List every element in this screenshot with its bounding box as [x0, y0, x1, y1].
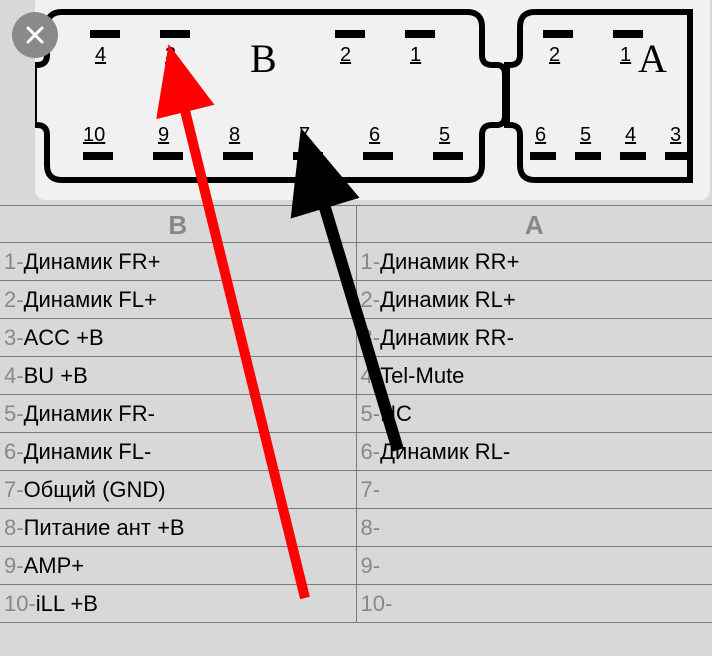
pin-label: Динамик FR-: [24, 401, 155, 427]
pin-number: 5-: [361, 401, 381, 427]
close-button[interactable]: [12, 12, 58, 58]
table-row: 10-iLL +B10-: [0, 585, 712, 623]
cell-b: 7-Общий (GND): [0, 471, 357, 508]
pin-label: iLL +B: [36, 591, 98, 617]
table-row: 2-Динамик FL+2-Динамик RL+: [0, 281, 712, 319]
pin-b4: 4: [95, 44, 106, 67]
cell-a: 2-Динамик RL+: [357, 281, 712, 318]
pin-number: 6-: [361, 439, 381, 465]
cell-b: 8-Питание ант +B: [0, 509, 357, 546]
pin-b7: 7: [299, 124, 310, 147]
pin-number: 5-: [4, 401, 24, 427]
pin-b3: 3: [165, 44, 176, 67]
pin-number: 10-: [4, 591, 36, 617]
pin-label: BU +B: [24, 363, 88, 389]
pin-label: Динамик RR-: [380, 325, 514, 351]
cell-a: 9-: [357, 547, 712, 584]
pin-a2: 2: [549, 44, 560, 67]
cell-b: 3-ACC +B: [0, 319, 357, 356]
table-row: 4-BU +B4-Tel-Mute: [0, 357, 712, 395]
table-row: 9-AMP+9-: [0, 547, 712, 585]
pin-number: 7-: [4, 477, 24, 503]
pin-label: Динамик RL+: [380, 287, 516, 313]
pin-label: AMP+: [24, 553, 85, 579]
table-header-a: A: [357, 206, 712, 242]
table-row: 5-Динамик FR-5-NC: [0, 395, 712, 433]
cell-a: 5-NC: [357, 395, 712, 432]
pin-a6: 6: [535, 124, 546, 147]
pin-number: 8-: [361, 515, 381, 541]
pin-number: 1-: [4, 249, 24, 275]
pin-label: Динамик FL+: [24, 287, 157, 313]
pin-number: 6-: [4, 439, 24, 465]
pin-label: Общий (GND): [24, 477, 166, 503]
pin-label: Динамик FL-: [24, 439, 152, 465]
pin-number: 9-: [4, 553, 24, 579]
pin-a1: 1: [620, 44, 631, 67]
pin-number: 1-: [361, 249, 381, 275]
pin-number: 8-: [4, 515, 24, 541]
cell-a: 1-Динамик RR+: [357, 243, 712, 280]
pin-label: Tel-Mute: [380, 363, 464, 389]
cell-a: 3-Динамик RR-: [357, 319, 712, 356]
cell-b: 2-Динамик FL+: [0, 281, 357, 318]
pin-number: 10-: [361, 591, 393, 617]
connector-svg: [35, 0, 710, 200]
table-row: 1-Динамик FR+1-Динамик RR+: [0, 243, 712, 281]
cell-b: 4-BU +B: [0, 357, 357, 394]
connector-b-label: B: [250, 35, 277, 82]
connector-diagram: B A 4 3 2 1 10 9 8 7 6 5 2 1 6 5 4 3: [35, 0, 710, 200]
table-body: 1-Динамик FR+1-Динамик RR+2-Динамик FL+2…: [0, 243, 712, 623]
pin-number: 3-: [361, 325, 381, 351]
pin-a5: 5: [580, 124, 591, 147]
pin-b9: 9: [158, 124, 169, 147]
pin-b6: 6: [369, 124, 380, 147]
pin-b1: 1: [410, 44, 421, 67]
cell-b: 9-AMP+: [0, 547, 357, 584]
pin-number: 3-: [4, 325, 24, 351]
cell-a: 6-Динамик RL-: [357, 433, 712, 470]
cell-a: 7-: [357, 471, 712, 508]
pin-label: Динамик FR+: [24, 249, 161, 275]
pin-number: 9-: [361, 553, 381, 579]
pin-number: 7-: [361, 477, 381, 503]
cell-a: 4-Tel-Mute: [357, 357, 712, 394]
pin-b10: 10: [83, 124, 105, 147]
connector-a-label: A: [638, 35, 667, 82]
pin-a4: 4: [625, 124, 636, 147]
pin-label: Динамик RR+: [380, 249, 519, 275]
cell-b: 1-Динамик FR+: [0, 243, 357, 280]
close-icon: [23, 23, 47, 47]
cell-b: 6-Динамик FL-: [0, 433, 357, 470]
pin-b2: 2: [340, 44, 351, 67]
table-row: 7-Общий (GND)7-: [0, 471, 712, 509]
cell-a: 8-: [357, 509, 712, 546]
cell-a: 10-: [357, 585, 712, 622]
pin-b8: 8: [229, 124, 240, 147]
table-header-b: B: [0, 206, 357, 242]
pin-label: NC: [380, 401, 412, 427]
pin-a3: 3: [670, 124, 681, 147]
table-row: 6-Динамик FL-6-Динамик RL-: [0, 433, 712, 471]
pinout-table: B A 1-Динамик FR+1-Динамик RR+2-Динамик …: [0, 205, 712, 656]
pin-label: Динамик RL-: [380, 439, 510, 465]
pin-number: 4-: [361, 363, 381, 389]
pin-number: 2-: [361, 287, 381, 313]
table-row: 8-Питание ант +B8-: [0, 509, 712, 547]
pin-label: Питание ант +B: [24, 515, 185, 541]
pin-label: ACC +B: [24, 325, 104, 351]
table-header-row: B A: [0, 205, 712, 243]
pin-number: 2-: [4, 287, 24, 313]
table-row: 3-ACC +B3-Динамик RR-: [0, 319, 712, 357]
cell-b: 5-Динамик FR-: [0, 395, 357, 432]
cell-b: 10-iLL +B: [0, 585, 357, 622]
pin-number: 4-: [4, 363, 24, 389]
pin-b5: 5: [439, 124, 450, 147]
